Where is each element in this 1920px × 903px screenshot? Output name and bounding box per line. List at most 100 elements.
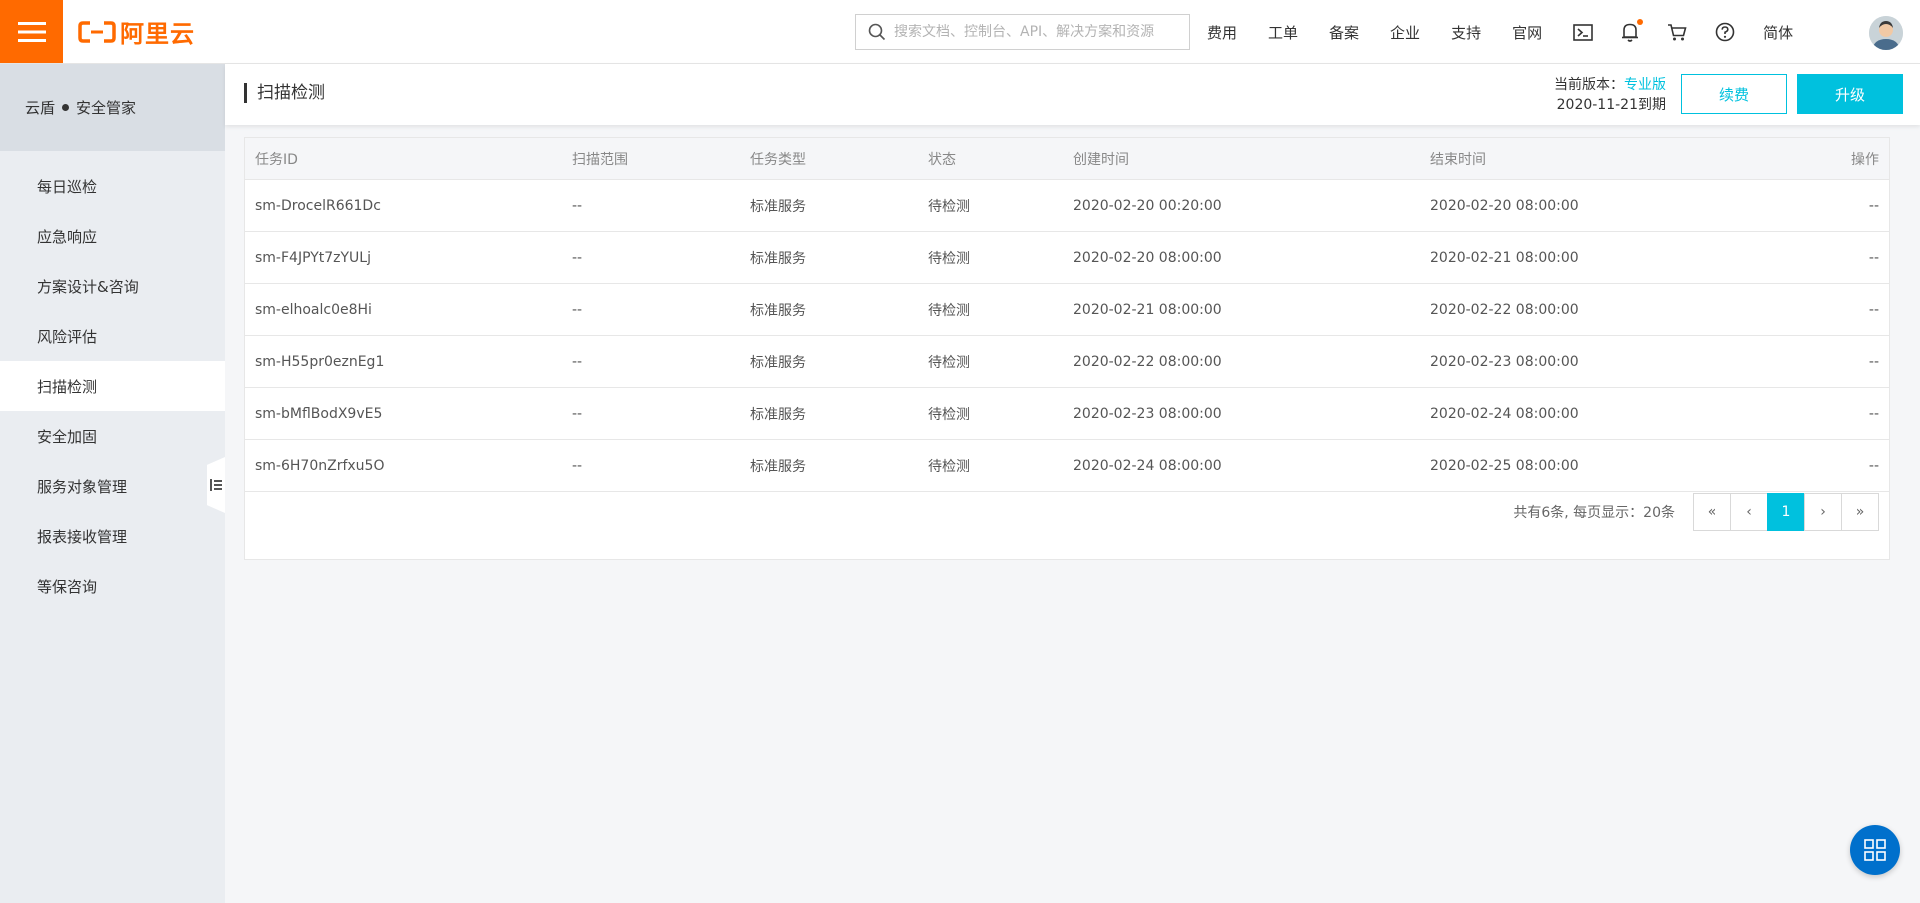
help-icon (1715, 22, 1735, 42)
nav-official-site[interactable]: 官网 (1512, 22, 1542, 43)
cell-actions: -- (1868, 249, 1879, 266)
sidebar-item-classified-protection[interactable]: 等保咨询 (0, 561, 225, 611)
col-header-scan-scope: 扫描范围 (572, 151, 628, 168)
page-last-button[interactable]: » (1841, 493, 1879, 531)
sidebar-title-left: 云盾 (25, 99, 56, 117)
cell-task-id: sm-F4JPYt7zYULj (255, 249, 371, 266)
notification-dot (1637, 19, 1644, 25)
aliyun-logo-icon (78, 20, 116, 43)
cell-scan-scope: -- (572, 197, 583, 214)
cell-task-type: 标准服务 (750, 354, 806, 371)
cell-end-time: 2020-02-25 08:00:00 (1430, 457, 1579, 474)
sidebar-collapse-toggle[interactable] (207, 457, 225, 513)
menu-button[interactable] (0, 0, 63, 63)
cell-scan-scope: -- (572, 353, 583, 370)
sidebar-menu: 每日巡检 应急响应 方案设计&咨询 风险评估 扫描检测 安全加固 服务对象管理 … (0, 151, 225, 611)
cell-end-time: 2020-02-22 08:00:00 (1430, 301, 1579, 318)
col-header-status: 状态 (928, 151, 956, 168)
notifications-button[interactable] (1621, 19, 1644, 42)
cell-end-time: 2020-02-23 08:00:00 (1430, 353, 1579, 370)
main-content: 扫描检测 当前版本：专业版 2020-11-21到期 续费 升级 任务ID 扫描… (225, 64, 1920, 903)
col-header-created-time: 创建时间 (1073, 151, 1129, 168)
version-info: 当前版本：专业版 2020-11-21到期 (1554, 75, 1666, 115)
nav-enterprise[interactable]: 企业 (1390, 22, 1420, 43)
cell-status: 待检测 (928, 406, 970, 423)
cell-status: 待检测 (928, 198, 970, 215)
cell-created-time: 2020-02-22 08:00:00 (1073, 353, 1222, 370)
cell-actions: -- (1868, 197, 1879, 214)
cell-created-time: 2020-02-20 08:00:00 (1073, 249, 1222, 266)
search-box[interactable] (855, 14, 1190, 50)
renew-button[interactable]: 续费 (1681, 74, 1787, 114)
menu-icon (17, 21, 46, 42)
cell-actions: -- (1868, 405, 1879, 422)
page-header: 扫描检测 当前版本：专业版 2020-11-21到期 续费 升级 (225, 64, 1920, 125)
cell-task-type: 标准服务 (750, 250, 806, 267)
collapse-sidebar-icon (210, 479, 222, 491)
terminal-button[interactable] (1573, 23, 1593, 41)
search-icon (868, 23, 886, 41)
search-input[interactable] (894, 24, 1184, 40)
cell-created-time: 2020-02-21 08:00:00 (1073, 301, 1222, 318)
pagination: « ‹ 1 › » (1693, 493, 1879, 531)
cell-actions: -- (1868, 301, 1879, 318)
sidebar-item-daily-inspection[interactable]: 每日巡检 (0, 161, 225, 211)
cell-actions: -- (1868, 353, 1879, 370)
nav-fees[interactable]: 费用 (1207, 22, 1237, 43)
sidebar-product-title: 云盾 安全管家 (0, 64, 225, 151)
help-button[interactable] (1715, 22, 1735, 42)
cell-status: 待检测 (928, 354, 970, 371)
cell-scan-scope: -- (572, 301, 583, 318)
cell-task-type: 标准服务 (750, 406, 806, 423)
page-prev-button[interactable]: ‹ (1730, 493, 1768, 531)
cell-actions: -- (1868, 457, 1879, 474)
sidebar-item-service-object-management[interactable]: 服务对象管理 (0, 461, 225, 511)
sidebar-item-report-receiving[interactable]: 报表接收管理 (0, 511, 225, 561)
floating-apps-button[interactable] (1850, 825, 1900, 875)
col-header-task-type: 任务类型 (750, 151, 806, 168)
cell-created-time: 2020-02-24 08:00:00 (1073, 457, 1222, 474)
terminal-icon (1573, 23, 1593, 41)
table-row: sm-F4JPYt7zYULj -- 标准服务 待检测 2020-02-20 0… (245, 232, 1889, 284)
cell-created-time: 2020-02-23 08:00:00 (1073, 405, 1222, 422)
sidebar-item-solution-design[interactable]: 方案设计&咨询 (0, 261, 225, 311)
version-edition-link[interactable]: 专业版 (1624, 77, 1666, 93)
top-nav: 费用 工单 备案 企业 支持 官网 简体 (1207, 0, 1824, 64)
aliyun-logo[interactable]: 阿里云 (78, 0, 195, 63)
upgrade-button[interactable]: 升级 (1797, 74, 1903, 114)
nav-tickets[interactable]: 工单 (1268, 22, 1298, 43)
separator-dot (62, 104, 70, 111)
cart-button[interactable] (1667, 23, 1687, 42)
cell-task-type: 标准服务 (750, 302, 806, 319)
cell-scan-scope: -- (572, 457, 583, 474)
cell-task-id: sm-elhoalc0e8Hi (255, 301, 372, 318)
cell-task-type: 标准服务 (750, 198, 806, 215)
grid-apps-icon (1864, 839, 1886, 861)
cell-task-id: sm-DrocelR661Dc (255, 197, 381, 214)
sidebar-item-scan-detection[interactable]: 扫描检测 (0, 361, 225, 411)
pagination-bar: 共有6条, 每页显示：20条 « ‹ 1 › » (245, 492, 1889, 532)
logo-text: 阿里云 (120, 20, 195, 48)
cell-task-id: sm-6H70nZrfxu5O (255, 457, 385, 474)
user-avatar-icon (1869, 16, 1903, 50)
sidebar-item-security-hardening[interactable]: 安全加固 (0, 411, 225, 461)
col-header-task-id: 任务ID (255, 151, 298, 168)
scan-task-table: 任务ID 扫描范围 任务类型 状态 创建时间 结束时间 操作 sm-Drocel… (244, 137, 1890, 560)
nav-support[interactable]: 支持 (1451, 22, 1481, 43)
page-next-button[interactable]: › (1804, 493, 1842, 531)
table-row: sm-DrocelR661Dc -- 标准服务 待检测 2020-02-20 0… (245, 180, 1889, 232)
sidebar-item-emergency-response[interactable]: 应急响应 (0, 211, 225, 261)
cell-status: 待检测 (928, 302, 970, 319)
language-switch[interactable]: 简体 (1763, 22, 1793, 43)
table-row: sm-H55pr0eznEg1 -- 标准服务 待检测 2020-02-22 0… (245, 336, 1889, 388)
cell-end-time: 2020-02-21 08:00:00 (1430, 249, 1579, 266)
page-current-button[interactable]: 1 (1767, 493, 1805, 531)
cell-status: 待检测 (928, 250, 970, 267)
sidebar-item-risk-assessment[interactable]: 风险评估 (0, 311, 225, 361)
page-first-button[interactable]: « (1693, 493, 1731, 531)
nav-icp-filing[interactable]: 备案 (1329, 22, 1359, 43)
avatar[interactable] (1869, 16, 1903, 50)
table-row: sm-elhoalc0e8Hi -- 标准服务 待检测 2020-02-21 0… (245, 284, 1889, 336)
col-header-actions: 操作 (1851, 151, 1879, 168)
cell-task-id: sm-H55pr0eznEg1 (255, 353, 385, 370)
